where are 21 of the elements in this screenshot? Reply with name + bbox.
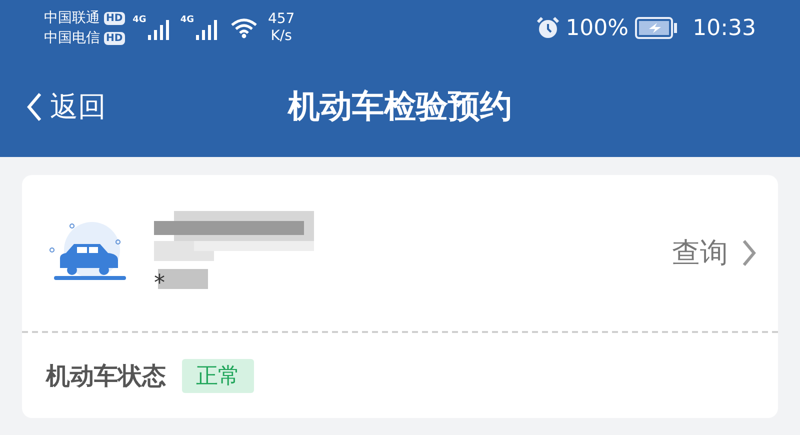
- back-button[interactable]: 返回: [26, 88, 106, 126]
- network-type: 4G: [132, 15, 146, 25]
- status-label: 机动车状态: [46, 360, 166, 392]
- hd-badge: HD: [104, 12, 125, 24]
- speed-value: 457: [268, 11, 295, 28]
- clock-time: 10:33: [692, 16, 756, 40]
- speed-unit: K/s: [270, 28, 292, 45]
- battery-charging-icon: [634, 17, 679, 39]
- network-type: 4G: [180, 15, 194, 25]
- page-title: 机动车检验预约: [288, 86, 512, 124]
- status-tag: 正常: [182, 358, 254, 392]
- back-chevron-icon: [26, 92, 42, 122]
- chevron-right-icon: [742, 239, 756, 267]
- wifi-icon: [230, 17, 258, 39]
- carrier-name: 中国电信: [44, 30, 100, 46]
- battery-percent: 100%: [566, 16, 629, 40]
- plate-number: *: [154, 270, 166, 296]
- hd-badge: HD: [104, 32, 125, 44]
- query-link[interactable]: 查询: [672, 234, 756, 272]
- alarm-icon: [536, 16, 560, 40]
- carrier-name: 中国联通: [44, 10, 100, 26]
